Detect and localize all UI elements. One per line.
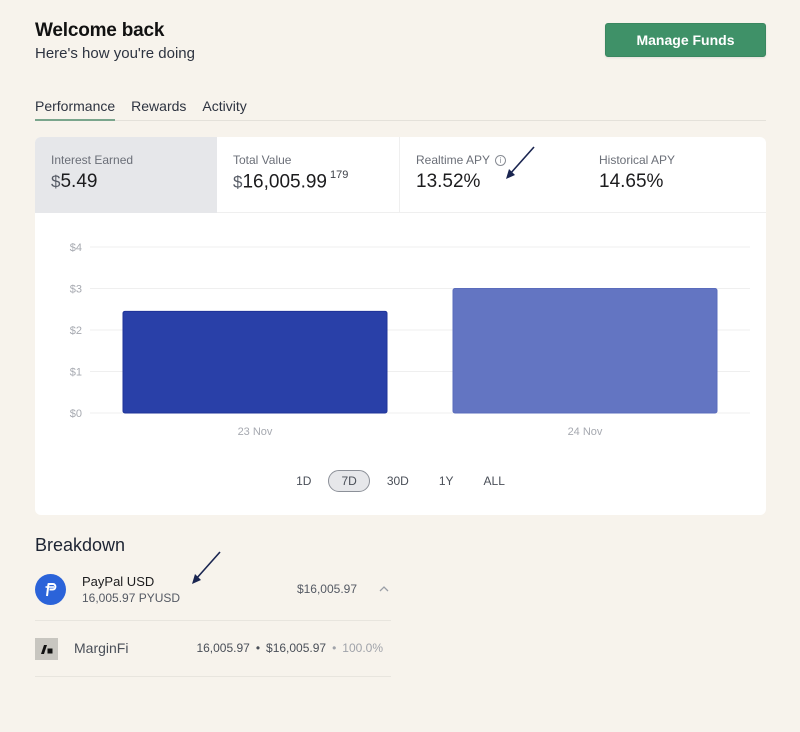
stat-value: $5.49 xyxy=(51,171,201,193)
asset-row-pyusd[interactable]: PayPal USD 16,005.97 PYUSD $16,005.97 xyxy=(35,565,391,621)
y-tick-label: $2 xyxy=(70,325,82,337)
page-subtitle: Here's how you're doing xyxy=(35,45,195,62)
tab-activity[interactable]: Activity xyxy=(202,98,246,121)
range-30d[interactable]: 30D xyxy=(374,470,422,492)
range-1d[interactable]: 1D xyxy=(283,470,324,492)
stat-historical-apy[interactable]: Historical APY 14.65% xyxy=(583,137,766,213)
page-title: Welcome back xyxy=(35,20,165,41)
marginfi-icon xyxy=(35,638,58,660)
interest-earned-value: 5.49 xyxy=(60,171,98,192)
asset-name: PayPal USD xyxy=(82,574,155,589)
historical-apy-value: 14.65% xyxy=(599,171,664,192)
x-tick-label: 23 Nov xyxy=(238,426,273,438)
total-value-extra-digits: 179 xyxy=(330,169,349,181)
protocol-name: MarginFi xyxy=(74,640,129,656)
stat-value: $16,005.99 179 xyxy=(233,169,383,193)
protocol-usd-value: $16,005.97 xyxy=(266,641,327,655)
time-range-selector: 1D 7D 30D 1Y ALL xyxy=(35,470,766,492)
stat-interest-earned[interactable]: Interest Earned $5.49 xyxy=(35,137,217,213)
stats-row: Interest Earned $5.49 Total Value $16,00… xyxy=(35,137,766,213)
breakdown-title: Breakdown xyxy=(35,535,126,555)
stat-label: Realtime APY i xyxy=(416,153,567,167)
page: Welcome back Here's how you're doing Man… xyxy=(0,0,800,732)
stat-label: Total Value xyxy=(233,153,292,167)
performance-card: Interest Earned $5.49 Total Value $16,00… xyxy=(35,137,766,515)
info-icon[interactable]: i xyxy=(495,154,507,166)
range-all[interactable]: ALL xyxy=(471,470,518,492)
bar-24-nov[interactable] xyxy=(452,288,718,414)
protocol-values: 16,005.97 • $16,005.97 • 100.0% xyxy=(196,641,383,655)
y-tick-label: $0 xyxy=(70,408,82,420)
chevron-up-icon[interactable] xyxy=(379,582,389,596)
y-tick-label: $3 xyxy=(70,284,82,296)
separator-dot: • xyxy=(332,641,337,655)
x-tick-label: 24 Nov xyxy=(568,426,603,438)
stat-label: Interest Earned xyxy=(51,153,134,167)
stat-label: Historical APY xyxy=(599,153,676,167)
total-value-value: 16,005.99 xyxy=(242,171,327,193)
y-tick-label: $4 xyxy=(70,242,82,254)
separator-dot: • xyxy=(255,641,261,655)
realtime-apy-label: Realtime APY xyxy=(416,153,491,167)
asset-amount: 16,005.97 PYUSD xyxy=(82,591,181,605)
chart-svg: $0 $1 $2 $3 $4 23 Nov 24 Nov xyxy=(70,242,750,438)
tab-bar: Performance Rewards Activity xyxy=(35,98,766,121)
realtime-apy-value: 13.52% xyxy=(416,171,481,192)
range-7d[interactable]: 7D xyxy=(328,470,370,492)
stat-realtime-apy[interactable]: Realtime APY i 13.52% xyxy=(400,137,583,213)
bar-23-nov[interactable] xyxy=(122,310,388,414)
paypal-usd-icon xyxy=(35,574,66,605)
protocol-amount: 16,005.97 xyxy=(196,641,250,655)
protocol-share: 100.0% xyxy=(342,641,383,655)
manage-funds-button[interactable]: Manage Funds xyxy=(605,23,766,57)
range-1y[interactable]: 1Y xyxy=(426,470,467,492)
protocol-row-marginfi[interactable]: MarginFi 16,005.97 • $16,005.97 • 100.0% xyxy=(35,621,391,677)
asset-usd-value: $16,005.97 xyxy=(296,582,357,596)
y-tick-label: $1 xyxy=(70,367,82,379)
tab-rewards[interactable]: Rewards xyxy=(131,98,186,121)
stat-total-value[interactable]: Total Value $16,005.99 179 xyxy=(217,137,400,213)
tab-performance[interactable]: Performance xyxy=(35,98,116,121)
interest-bar-chart: $0 $1 $2 $3 $4 23 Nov 24 Nov xyxy=(35,213,766,443)
